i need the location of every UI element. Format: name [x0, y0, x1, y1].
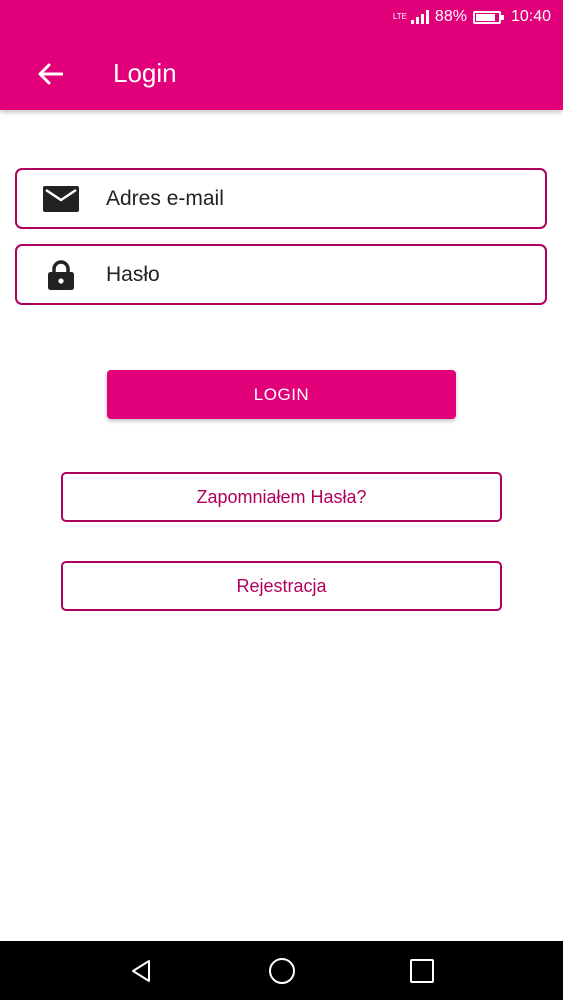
nav-recent-button[interactable] — [392, 941, 452, 1000]
arrow-left-icon — [38, 63, 63, 85]
nav-back-button[interactable] — [111, 941, 171, 1000]
signal-icon — [410, 10, 429, 24]
navigation-bar — [0, 941, 563, 1000]
nav-back-icon — [132, 959, 150, 982]
register-button[interactable]: Rejestracja — [61, 561, 502, 611]
nav-home-icon — [269, 957, 295, 984]
back-button[interactable] — [28, 52, 72, 96]
status-bar: LTE 88% 10:40 — [0, 0, 563, 34]
status-icons: LTE 88% 10:40 — [393, 7, 551, 27]
battery-percent: 88% — [434, 8, 467, 25]
clock: 10:40 — [510, 8, 551, 25]
password-field[interactable]: Hasło — [15, 244, 547, 305]
lte-icon: LTE — [392, 12, 407, 21]
login-button[interactable]: LOGIN — [107, 370, 456, 419]
nav-recent-icon — [410, 958, 434, 983]
envelope-icon — [43, 185, 79, 212]
password-placeholder: Hasło — [106, 262, 160, 286]
page-title: Login — [113, 58, 177, 88]
email-placeholder: Adres e-mail — [106, 186, 224, 210]
lock-icon — [48, 259, 74, 290]
battery-icon — [472, 10, 504, 24]
forgot-password-button[interactable]: Zapomniałem Hasła? — [61, 472, 502, 522]
nav-home-button[interactable] — [252, 941, 312, 1000]
email-field[interactable]: Adres e-mail — [15, 168, 547, 229]
app-bar: LTE 88% 10:40 Login — [0, 0, 563, 110]
